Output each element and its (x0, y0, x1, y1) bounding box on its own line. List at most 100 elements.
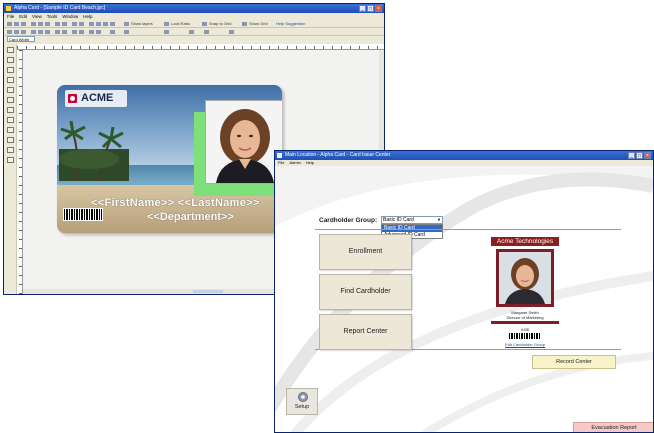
zoom-select[interactable]: Card Width (7, 36, 35, 42)
database-icon[interactable] (89, 22, 94, 26)
open-icon[interactable] (14, 22, 19, 26)
issue-center-window: Main Location - Alpha Card - Card Issue … (274, 150, 654, 433)
ellipse-tool-icon[interactable] (7, 87, 14, 93)
option-show-layers: Show layers (131, 21, 153, 26)
checkbox-show-layers[interactable] (124, 22, 129, 26)
card-barcode[interactable] (63, 208, 103, 221)
chevron-down-icon[interactable]: ▼ (436, 217, 442, 223)
undo-icon[interactable] (55, 22, 60, 26)
edit-cardholder-group-link[interactable]: Edit Cardholder Group (491, 342, 559, 347)
setup-label: Setup (294, 404, 310, 410)
option-snap-grid: Snap to Grid (209, 21, 232, 26)
color-icon[interactable] (89, 30, 94, 34)
acme-logo-icon (68, 94, 77, 103)
preview-id-number: 0438 (521, 328, 529, 332)
checkbox-show-grid[interactable] (242, 22, 247, 26)
image-tool-icon[interactable] (7, 107, 14, 113)
card-photo[interactable] (205, 100, 282, 184)
magstripe-tool-icon[interactable] (7, 127, 14, 133)
preview-icon[interactable] (79, 22, 84, 26)
card-name-placeholder[interactable]: <<FirstName>> <<LastName>> (91, 197, 260, 209)
designer-toolbar-2 (4, 28, 384, 36)
divider-top (315, 229, 621, 230)
photo-tool-icon[interactable] (7, 137, 14, 143)
signature-tool-icon[interactable] (7, 147, 14, 153)
preview-company-banner: Acme Technologies (491, 237, 559, 246)
preview-barcode (509, 333, 541, 339)
copy-icon[interactable] (38, 22, 43, 26)
grid-icon[interactable] (110, 22, 115, 26)
camera-icon[interactable] (96, 22, 101, 26)
send-back-icon[interactable] (62, 30, 67, 34)
maximize-button[interactable]: □ (636, 152, 643, 159)
menu-window[interactable]: Window (62, 13, 78, 20)
portrait-woman-image (499, 252, 551, 304)
minimize-button[interactable]: _ (359, 5, 366, 12)
flip-icon[interactable] (79, 30, 84, 34)
position-icon[interactable] (164, 30, 169, 34)
units-icon[interactable] (229, 30, 234, 34)
line-tool-icon[interactable] (7, 67, 14, 73)
setup-button[interactable]: Setup (286, 388, 318, 415)
barcode-tool-icon[interactable] (7, 117, 14, 123)
bring-front-icon[interactable] (55, 30, 60, 34)
cardholder-group-label: Cardholder Group: (319, 217, 378, 224)
font-icon[interactable] (110, 30, 115, 34)
designer-toolbar-1: Show layers Lock Ratio Snap to Grid Show… (4, 20, 384, 28)
close-button[interactable]: × (375, 5, 382, 12)
line-color-icon[interactable] (96, 30, 101, 34)
italic-icon[interactable] (38, 30, 43, 34)
designer-titlebar: Alpha Card - [Sample ID Card Beach.jpc] … (4, 4, 384, 13)
menu-tools[interactable]: Tools (47, 13, 58, 20)
minimize-button[interactable]: _ (628, 152, 635, 159)
align-center-icon[interactable] (14, 30, 19, 34)
card-department-placeholder[interactable]: <<Department>> (147, 211, 234, 223)
text-tool-icon[interactable] (7, 97, 14, 103)
checkbox-lock-ratio[interactable] (164, 22, 169, 26)
pointer-tool-icon[interactable] (7, 47, 14, 53)
redo-icon[interactable] (62, 22, 67, 26)
menu-view[interactable]: View (32, 13, 42, 20)
menu-edit[interactable]: Edit (19, 13, 27, 20)
enrollment-button[interactable]: Enrollment (319, 234, 412, 270)
report-center-button[interactable]: Report Center (319, 314, 412, 350)
portrait-woman-image (206, 101, 282, 183)
barcode-bars (64, 209, 102, 220)
zoom-tool-icon[interactable] (7, 57, 14, 63)
print-icon[interactable] (72, 22, 77, 26)
new-icon[interactable] (7, 22, 12, 26)
menu-file[interactable]: File (7, 13, 14, 20)
preview-photo-frame (496, 249, 554, 307)
logo-tool-icon[interactable] (7, 157, 14, 163)
card-logo[interactable]: ACME (65, 90, 127, 107)
cut-icon[interactable] (31, 22, 36, 26)
record-center-button[interactable]: Record Center (532, 355, 616, 369)
designer-menubar: File Edit View Tools Window Help (4, 13, 384, 20)
preview-stripe (491, 321, 559, 324)
checkbox-snap-grid[interactable] (202, 22, 207, 26)
spin-icon[interactable] (189, 30, 194, 34)
zoom-icon[interactable] (103, 22, 108, 26)
menu-help[interactable]: Help (83, 13, 92, 20)
scroll-thumb[interactable] (193, 290, 223, 293)
rotate-icon[interactable] (72, 30, 77, 34)
close-button[interactable]: × (644, 152, 651, 159)
underline-icon[interactable] (45, 30, 50, 34)
maximize-button[interactable]: □ (367, 5, 374, 12)
save-icon[interactable] (21, 22, 26, 26)
rectangle-tool-icon[interactable] (7, 77, 14, 83)
align-right-icon[interactable] (21, 30, 26, 34)
find-cardholder-button[interactable]: Find Cardholder (319, 274, 412, 310)
dimension-icon[interactable] (204, 30, 209, 34)
tools-palette (4, 44, 17, 294)
option-lock-ratio: Lock Ratio (171, 21, 190, 26)
id-card-design[interactable]: ACME <<FirstName>> <<LastName>> <<Depart… (57, 85, 282, 233)
size-icon[interactable] (124, 30, 129, 34)
evacuation-report-button[interactable]: Evacuation Report (573, 422, 653, 432)
designer-window-title: Alpha Card - [Sample ID Card Beach.jpc] (14, 5, 106, 11)
help-suggestion-link[interactable]: Help Suggestion (276, 21, 305, 26)
align-left-icon[interactable] (7, 30, 12, 34)
cardholder-group-select[interactable]: Basic ID Card ▼ (381, 216, 443, 224)
bold-icon[interactable] (31, 30, 36, 34)
paste-icon[interactable] (45, 22, 50, 26)
